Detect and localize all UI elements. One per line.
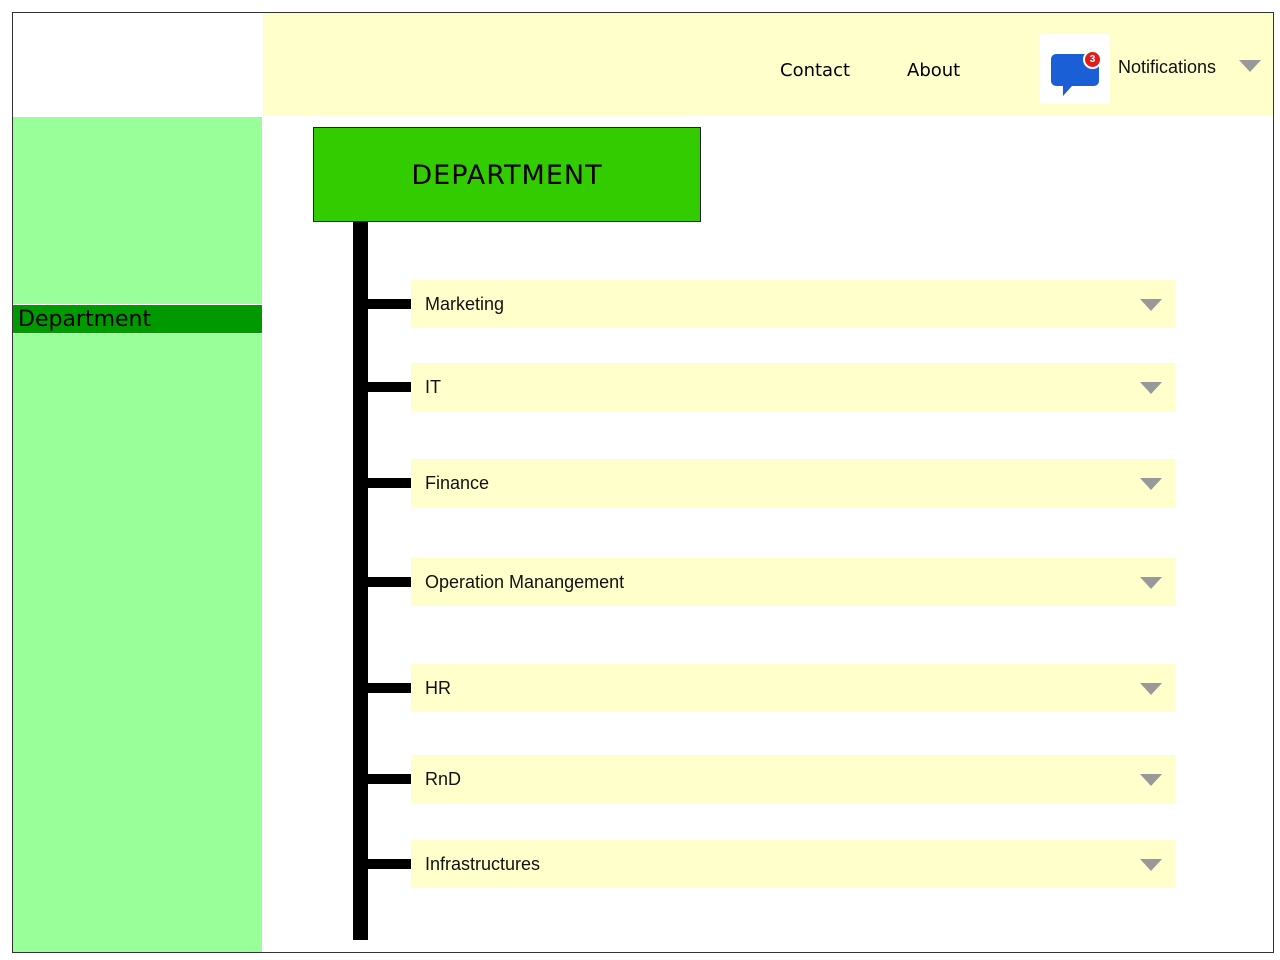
notifications-label[interactable]: Notifications [1118, 57, 1216, 78]
department-row-marketing[interactable]: Marketing [411, 280, 1175, 328]
tree-branch [368, 683, 411, 693]
department-row-infrastructures[interactable]: Infrastructures [411, 840, 1175, 888]
tree-branch [368, 478, 411, 488]
caret-down-icon[interactable] [1239, 60, 1261, 72]
department-row-label: Marketing [425, 294, 505, 314]
caret-down-icon[interactable] [1140, 478, 1162, 490]
department-row-it[interactable]: IT [411, 363, 1175, 411]
nav-about-link[interactable]: About [907, 60, 960, 81]
caret-down-icon[interactable] [1140, 382, 1162, 394]
tree-trunk [353, 222, 368, 940]
caret-down-icon[interactable] [1140, 299, 1162, 311]
department-row-label: Finance [425, 473, 490, 493]
tree-branch [368, 774, 411, 784]
tree-branch [368, 299, 411, 309]
notifications-button[interactable] [1040, 34, 1110, 104]
sidebar-item-department[interactable]: Department [13, 304, 262, 334]
notification-count-badge: 3 [1083, 50, 1102, 69]
department-row-label: Operation Manangement [425, 572, 625, 592]
caret-down-icon[interactable] [1140, 577, 1162, 589]
department-row-operation-management[interactable]: Operation Manangement [411, 558, 1175, 606]
nav-contact-link[interactable]: Contact [780, 60, 850, 81]
sidebar [13, 117, 262, 952]
caret-down-icon[interactable] [1140, 859, 1162, 871]
department-row-finance[interactable]: Finance [411, 459, 1175, 507]
tree-branch [368, 382, 411, 392]
department-row-label: HR [425, 678, 451, 698]
department-row-rnd[interactable]: RnD [411, 755, 1175, 803]
department-row-label: RnD [425, 769, 462, 789]
chat-bubble-icon [1051, 54, 1099, 96]
department-row-label: IT [425, 377, 441, 397]
department-title: DEPARTMENT [313, 127, 701, 222]
department-row-label: Infrastructures [425, 854, 541, 874]
tree-branch [368, 859, 411, 869]
caret-down-icon[interactable] [1140, 683, 1162, 695]
caret-down-icon[interactable] [1140, 774, 1162, 786]
tree-branch [368, 577, 411, 587]
department-row-hr[interactable]: HR [411, 664, 1175, 712]
